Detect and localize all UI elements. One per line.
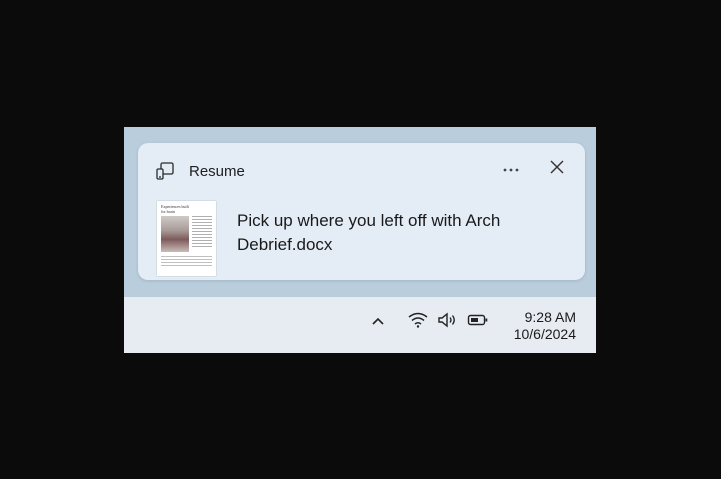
document-thumbnail[interactable]: Experiences built for brain (157, 201, 216, 276)
network-button[interactable] (406, 311, 430, 333)
thumbnail-title: Experiences built for brain (161, 204, 189, 214)
chevron-up-icon (371, 313, 385, 331)
stage: Resume Experiences built for brain Pick … (0, 0, 721, 479)
notification-message: Pick up where you left off with Arch Deb… (237, 211, 501, 254)
notification-app-name: Resume (189, 162, 245, 180)
taskbar: 9:28 AM 10/6/2024 (124, 297, 596, 353)
more-ellipsis-icon (502, 160, 520, 178)
phone-pc-link-icon (154, 160, 176, 182)
volume-button[interactable] (436, 311, 460, 333)
thumbnail-text-lines (192, 216, 212, 249)
thumbnail-image (161, 216, 189, 252)
volume-icon (437, 311, 459, 334)
thumbnail-text-lines-bottom (161, 256, 212, 268)
more-options-button[interactable] (498, 158, 524, 180)
resume-notification[interactable]: Resume Experiences built for brain Pick … (138, 143, 585, 280)
show-hidden-icons-button[interactable] (368, 311, 388, 333)
desktop-screen: Resume Experiences built for brain Pick … (124, 127, 596, 353)
wifi-icon (407, 311, 429, 334)
clock-date: 10/6/2024 (513, 326, 576, 342)
battery-button[interactable] (466, 311, 490, 333)
close-button[interactable] (546, 158, 568, 180)
clock-time: 9:28 AM (524, 309, 576, 325)
clock-button[interactable]: 9:28 AM 10/6/2024 (514, 309, 576, 343)
close-icon (549, 159, 565, 180)
notification-header: Resume (154, 160, 245, 182)
battery-icon (467, 313, 489, 332)
